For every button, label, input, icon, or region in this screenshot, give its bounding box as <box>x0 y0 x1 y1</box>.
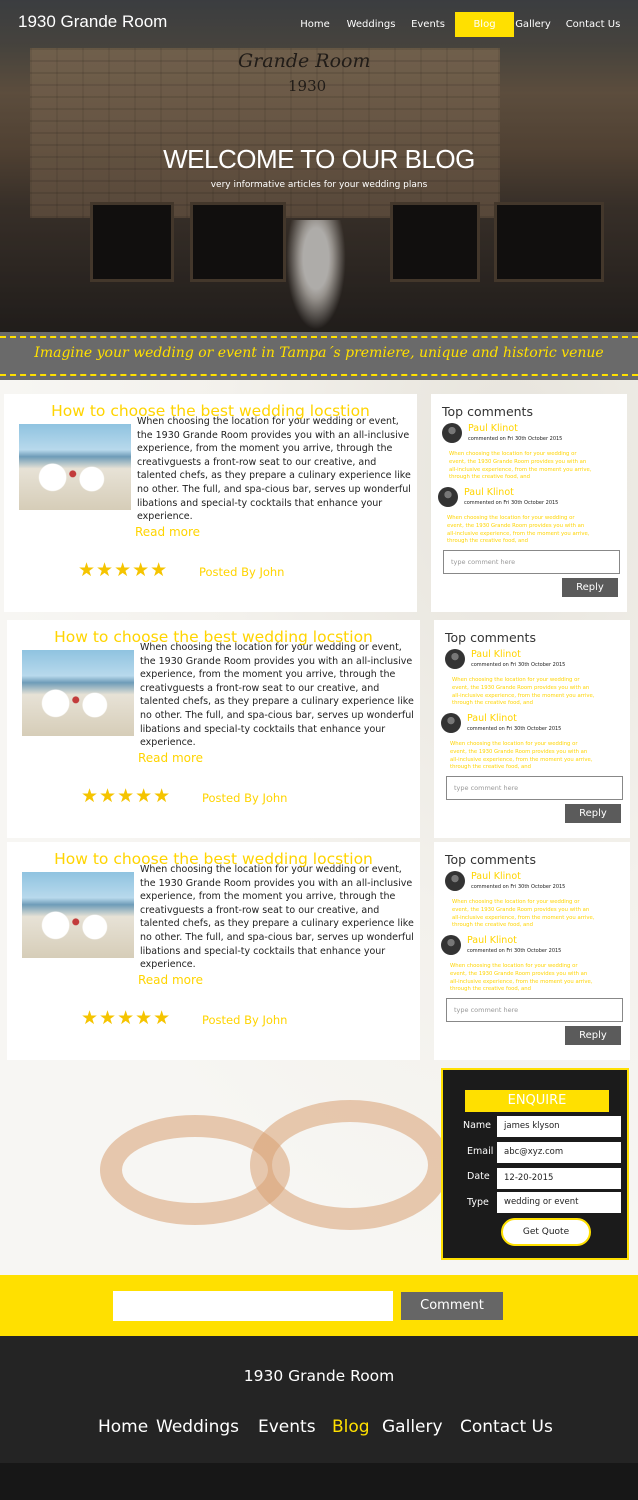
avatar <box>445 649 465 669</box>
posted-by: Posted By John <box>202 791 288 805</box>
date-label: Date <box>467 1171 490 1182</box>
comment-text: When choosing the location for your wedd… <box>447 515 590 545</box>
comment-text: When choosing the location for your wedd… <box>450 963 593 993</box>
rating-stars-icon: ★★★★★ <box>78 559 169 581</box>
comment-text: When choosing the location for your wedd… <box>452 677 595 707</box>
reply-button[interactable]: Reply <box>565 804 621 823</box>
footer-link-blog[interactable]: Blog <box>332 1417 370 1437</box>
reply-button[interactable]: Reply <box>562 578 618 597</box>
comment-date: commented on Fri 30th October 2015 <box>471 662 566 668</box>
post-excerpt: When choosing the location for your wedd… <box>137 416 411 523</box>
rating-stars-icon: ★★★★★ <box>81 785 172 807</box>
wedding-ring-image <box>250 1100 450 1230</box>
hero-banner: Grande Room 1930 1930 Grande Room Home W… <box>0 0 638 332</box>
enquire-title: ENQUIRE <box>465 1090 609 1112</box>
footer-link-contact-us[interactable]: Contact Us <box>460 1417 553 1437</box>
top-comments-panel: Top comments Paul Klinot commented on Fr… <box>434 842 630 1060</box>
avatar <box>445 871 465 891</box>
email-label: Email <box>467 1146 494 1157</box>
name-field[interactable]: james klyson <box>497 1116 621 1137</box>
avatar <box>441 935 461 955</box>
comment-text: When choosing the location for your wedd… <box>452 899 595 929</box>
comments-title: Top comments <box>445 852 536 867</box>
post-image <box>22 650 134 736</box>
commenter-name[interactable]: Paul Klinot <box>467 935 517 946</box>
avatar <box>438 487 458 507</box>
comments-title: Top comments <box>442 404 533 419</box>
post-image <box>19 424 131 510</box>
comment-date: commented on Fri 30th October 2015 <box>468 436 563 442</box>
comment-bar: Comment <box>0 1275 638 1336</box>
footer-brand[interactable]: 1930 Grande Room <box>0 1367 638 1385</box>
blog-post-card: How to choose the best wedding locstion … <box>7 620 420 838</box>
date-field[interactable]: 12-20-2015 <box>497 1168 621 1189</box>
nav-home[interactable]: Home <box>296 12 334 37</box>
avatar <box>441 713 461 733</box>
commenter-name[interactable]: Paul Klinot <box>471 649 521 660</box>
footer: 1930 Grande Room Home Weddings Events Bl… <box>0 1336 638 1500</box>
post-image <box>22 872 134 958</box>
name-label: Name <box>463 1120 492 1131</box>
avatar <box>442 423 462 443</box>
top-navigation: 1930 Grande Room Home Weddings Events Bl… <box>0 0 638 48</box>
comment-text: When choosing the location for your wedd… <box>449 451 592 481</box>
commenter-name[interactable]: Paul Klinot <box>468 423 518 434</box>
footer-link-weddings[interactable]: Weddings <box>156 1417 239 1437</box>
comments-title: Top comments <box>445 630 536 645</box>
get-quote-button[interactable]: Get Quote <box>501 1218 591 1246</box>
enquire-form: ENQUIRE Name james klyson Email abc@xyz.… <box>441 1068 629 1260</box>
commenter-name[interactable]: Paul Klinot <box>464 487 514 498</box>
comment-input[interactable]: type comment here <box>446 998 623 1022</box>
nav-blog[interactable]: Blog <box>455 12 514 37</box>
blog-post-card: How to choose the best wedding locstion … <box>7 842 420 1060</box>
commenter-name[interactable]: Paul Klinot <box>471 871 521 882</box>
nav-gallery[interactable]: Gallery <box>514 12 552 37</box>
read-more-link[interactable]: Read more <box>135 525 200 539</box>
type-label: Type <box>467 1197 489 1208</box>
comment-date: commented on Fri 30th October 2015 <box>467 726 562 732</box>
site-logo[interactable]: 1930 Grande Room <box>18 12 167 32</box>
tagline-text: Imagine your wedding or event in Tampa´s… <box>34 345 604 361</box>
hero-title: WELCOME TO OUR BLOG <box>163 144 475 174</box>
read-more-link[interactable]: Read more <box>138 751 203 765</box>
commenter-name[interactable]: Paul Klinot <box>467 713 517 724</box>
comment-date: commented on Fri 30th October 2015 <box>471 884 566 890</box>
type-field[interactable]: wedding or event <box>497 1192 621 1213</box>
top-comments-panel: Top comments Paul Klinot commented on Fr… <box>431 394 627 612</box>
comment-input[interactable]: type comment here <box>443 550 620 574</box>
read-more-link[interactable]: Read more <box>138 973 203 987</box>
post-excerpt: When choosing the location for your wedd… <box>140 864 414 971</box>
comment-input[interactable] <box>113 1291 393 1321</box>
blog-post-card: How to choose the best wedding locstion … <box>4 394 417 612</box>
hero-subtitle: very informative articles for your weddi… <box>210 180 428 190</box>
rating-stars-icon: ★★★★★ <box>81 1007 172 1029</box>
posted-by: Posted By John <box>199 565 285 579</box>
footer-link-events[interactable]: Events <box>258 1417 316 1437</box>
top-comments-panel: Top comments Paul Klinot commented on Fr… <box>434 620 630 838</box>
reply-button[interactable]: Reply <box>565 1026 621 1045</box>
comment-input[interactable]: type comment here <box>446 776 623 800</box>
tagline-strip: Imagine your wedding or event in Tampa´s… <box>0 332 638 380</box>
footer-bottom-bar <box>0 1463 638 1500</box>
footer-link-gallery[interactable]: Gallery <box>382 1417 443 1437</box>
comment-text: When choosing the location for your wedd… <box>450 741 593 771</box>
nav-events[interactable]: Events <box>408 12 448 37</box>
posted-by: Posted By John <box>202 1013 288 1027</box>
nav-contact-us[interactable]: Contact Us <box>562 12 624 37</box>
nav-weddings[interactable]: Weddings <box>346 12 396 37</box>
comment-date: commented on Fri 30th October 2015 <box>464 500 559 506</box>
email-field[interactable]: abc@xyz.com <box>497 1142 621 1163</box>
comment-date: commented on Fri 30th October 2015 <box>467 948 562 954</box>
footer-link-home[interactable]: Home <box>98 1417 148 1437</box>
post-excerpt: When choosing the location for your wedd… <box>140 642 414 749</box>
comment-button[interactable]: Comment <box>401 1292 503 1320</box>
